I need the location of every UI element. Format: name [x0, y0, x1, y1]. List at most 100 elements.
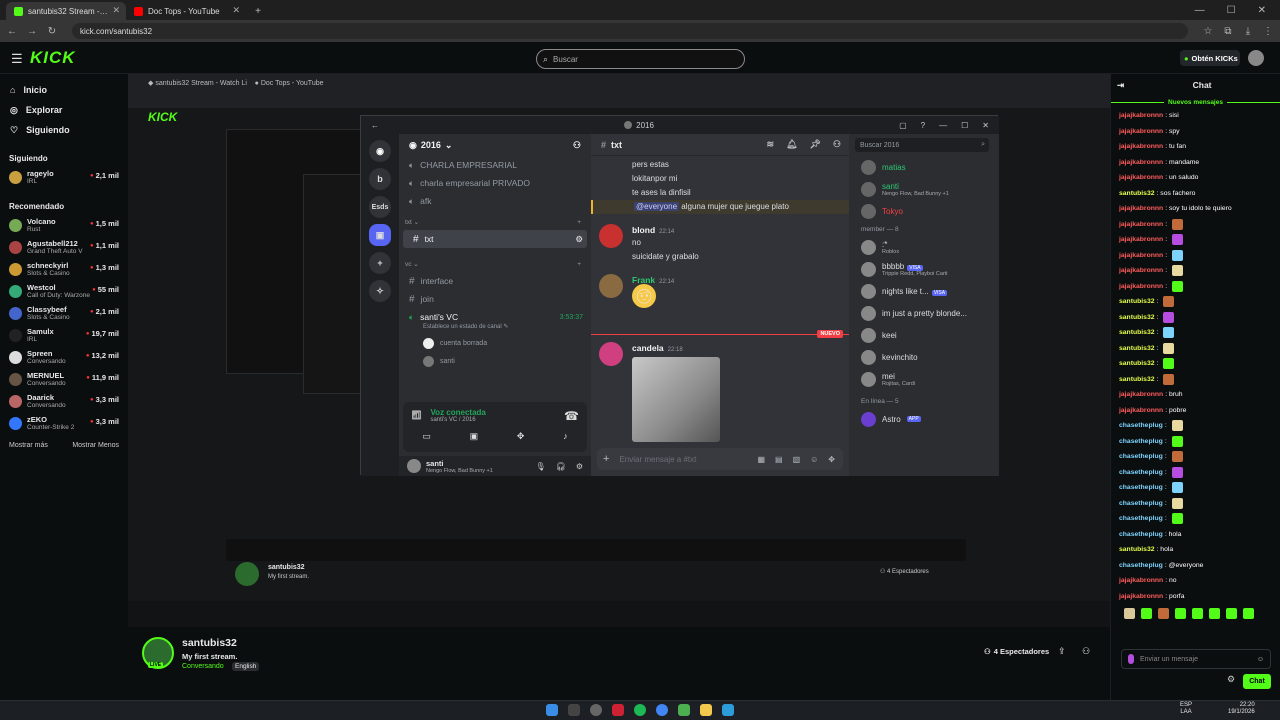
members-icon[interactable]: ⚇ — [833, 139, 841, 150]
chat-username[interactable]: chasetheplug — [1119, 484, 1163, 491]
image-attachment[interactable] — [632, 357, 720, 442]
member[interactable]: :* Roblox — [849, 236, 999, 258]
explore-servers-icon[interactable]: ✧ — [369, 280, 391, 302]
chat-username[interactable]: chasetheplug — [1119, 515, 1163, 522]
chat-username[interactable]: jajajkabronnn — [1119, 112, 1163, 119]
sidebar-channel[interactable]: schneckyirlSlots & Casino1,3 mil — [0, 258, 128, 280]
voice-channel[interactable]: 🔈︎ afk — [399, 192, 591, 210]
chat-message[interactable]: jajajkabronnn: no — [1111, 573, 1280, 589]
chat-input[interactable]: Enviar un mensaje ☺ — [1121, 649, 1271, 669]
text-channel[interactable]: # join — [399, 290, 591, 308]
mic-icon[interactable]: 🎙︎ — [536, 462, 546, 471]
add-channel-icon[interactable]: + — [577, 219, 581, 226]
chat-message[interactable]: jajajkabronnn: — [1111, 263, 1280, 279]
chat-message[interactable]: jajajkabronnn: sisi — [1111, 108, 1280, 124]
chat-username[interactable]: jajajkabronnn — [1119, 221, 1163, 228]
soundboard-icon[interactable]: ♪ — [563, 431, 568, 442]
chat-username[interactable]: jajajkabronnn — [1119, 267, 1163, 274]
sidebar-channel-rageylo[interactable]: rageyloIRL 2,1 mil — [0, 166, 128, 188]
chat-message[interactable]: santubis32: — [1111, 325, 1280, 341]
message-author[interactable]: blond — [632, 225, 655, 235]
nav-home[interactable]: ⌂ Inicio — [0, 80, 128, 100]
chat-message[interactable]: jajajkabronnn: soy tu idolo te quiero — [1111, 201, 1280, 217]
member[interactable]: bbbbb VISA Trippie Redd, Playboi Carti — [849, 258, 999, 280]
member[interactable]: im just a pretty blonde... — [849, 302, 999, 324]
member[interactable]: santi Nengo Flow, Bad Bunny +1 — [849, 178, 999, 200]
disconnect-icon[interactable]: ☎ — [564, 409, 579, 423]
pin-icon[interactable]: 📌︎ — [809, 139, 820, 150]
member[interactable]: Tokyo — [849, 200, 999, 222]
download-icon[interactable]: ⤓ — [1242, 26, 1254, 37]
get-kicks-button[interactable]: ● Obtén KICKs — [1180, 50, 1240, 66]
clock[interactable]: 22:20 19/1/2026 — [1228, 702, 1255, 716]
member[interactable]: keei — [849, 324, 999, 346]
folder-icon[interactable] — [700, 704, 712, 716]
vc-user[interactable]: santi — [399, 352, 591, 370]
kick-logo[interactable]: KICK — [30, 48, 76, 68]
browser-tab-kick[interactable]: santubis32 Stream - Watch Live ✕ — [6, 2, 126, 20]
chat-message[interactable]: chasetheplug: — [1111, 480, 1280, 496]
chat-message[interactable]: santubis32: — [1111, 294, 1280, 310]
chat-message[interactable]: chasetheplug: @everyone — [1111, 558, 1280, 574]
chat-username[interactable]: santubis32 — [1119, 345, 1155, 352]
voice-channel[interactable]: 🔈︎ charla empresarial PRIVADO — [399, 174, 591, 192]
hamburger-menu-icon[interactable]: ☰ — [11, 51, 23, 67]
gift-icon[interactable]: ▦ — [757, 455, 765, 464]
sidebar-channel[interactable]: WestcolCall of Duty: Warzone55 mil — [0, 280, 128, 302]
address-bar[interactable]: kick.com/santubis32 — [72, 23, 1188, 39]
chat-message[interactable]: chasetheplug: — [1111, 511, 1280, 527]
chat-username[interactable]: santubis32 — [1119, 360, 1155, 367]
inbox-icon[interactable]: ▢ — [899, 121, 907, 130]
chat-settings-icon[interactable]: ⚙ — [1227, 674, 1235, 685]
spotify-icon[interactable] — [634, 704, 646, 716]
chat-message[interactable]: santubis32: hola — [1111, 542, 1280, 558]
chat-message[interactable]: santubis32: — [1111, 356, 1280, 372]
nav-following[interactable]: ♡ Siguiendo — [0, 120, 128, 140]
chat-username[interactable]: santubis32 — [1119, 298, 1155, 305]
chat-message[interactable]: jajajkabronnn: bruh — [1111, 387, 1280, 403]
server-header[interactable]: ◉ 2016 ⌄ ⚇ — [399, 134, 591, 156]
close-tab-icon[interactable]: ✕ — [232, 5, 240, 16]
new-tab-icon[interactable]: + — [252, 6, 264, 17]
stream-category[interactable]: Conversando — [182, 663, 224, 670]
chat-username[interactable]: jajajkabronnn — [1119, 205, 1163, 212]
forward-icon[interactable]: → — [26, 26, 38, 37]
chat-username[interactable]: santubis32 — [1119, 314, 1155, 321]
nav-explore[interactable]: ◎ Explorar — [0, 100, 128, 120]
add-channel-icon[interactable]: + — [577, 261, 581, 268]
chat-message[interactable]: santubis32: — [1111, 310, 1280, 326]
app-icon[interactable] — [722, 704, 734, 716]
streamer-name[interactable]: santubis32 — [182, 637, 237, 649]
extensions-icon[interactable]: ⧉ — [1222, 26, 1234, 37]
share-icon[interactable]: ⇪ — [1058, 646, 1066, 657]
chat-username[interactable]: chasetheplug — [1119, 469, 1163, 476]
chat-username[interactable]: jajajkabronnn — [1119, 159, 1163, 166]
chat-username[interactable]: chasetheplug — [1119, 500, 1163, 507]
sidebar-channel[interactable]: Agustabell212Grand Theft Auto V1,1 mil — [0, 236, 128, 258]
member[interactable]: matias — [849, 156, 999, 178]
category-vc[interactable]: vc ⌄ + — [399, 256, 591, 272]
discord-home-icon[interactable]: ◉ — [369, 140, 391, 162]
emote-icon[interactable] — [1226, 607, 1237, 619]
chat-message[interactable]: jajajkabronnn: pobre — [1111, 403, 1280, 419]
search-input[interactable]: ⌕ Buscar — [536, 49, 745, 69]
avatar[interactable] — [599, 274, 623, 298]
app-icon[interactable] — [590, 704, 602, 716]
back-icon[interactable]: ← — [6, 26, 18, 37]
chat-username[interactable]: santubis32 — [1119, 329, 1155, 336]
chat-username[interactable]: jajajkabronnn — [1119, 407, 1163, 414]
gif-icon[interactable]: ▤ — [775, 455, 783, 464]
emote-icon[interactable] — [1209, 607, 1220, 619]
chat-username[interactable]: jajajkabronnn — [1119, 252, 1163, 259]
chat-username[interactable]: jajajkabronnn — [1119, 174, 1163, 181]
chat-username[interactable]: chasetheplug — [1119, 422, 1163, 429]
emote-icon[interactable] — [1158, 607, 1169, 619]
collapse-chat-icon[interactable]: ⇥ — [1117, 80, 1124, 91]
emoji-picker-icon[interactable]: ☺ — [1257, 656, 1264, 663]
server-icon-esds[interactable]: Esds — [369, 196, 391, 218]
chat-message[interactable]: jajajkabronnn: spy — [1111, 124, 1280, 140]
chat-message[interactable]: santubis32: — [1111, 341, 1280, 357]
emoji-picker-icon[interactable]: ☺ — [810, 455, 818, 464]
chat-username[interactable]: santubis32 — [1119, 376, 1155, 383]
chat-message[interactable]: chasetheplug: — [1111, 465, 1280, 481]
